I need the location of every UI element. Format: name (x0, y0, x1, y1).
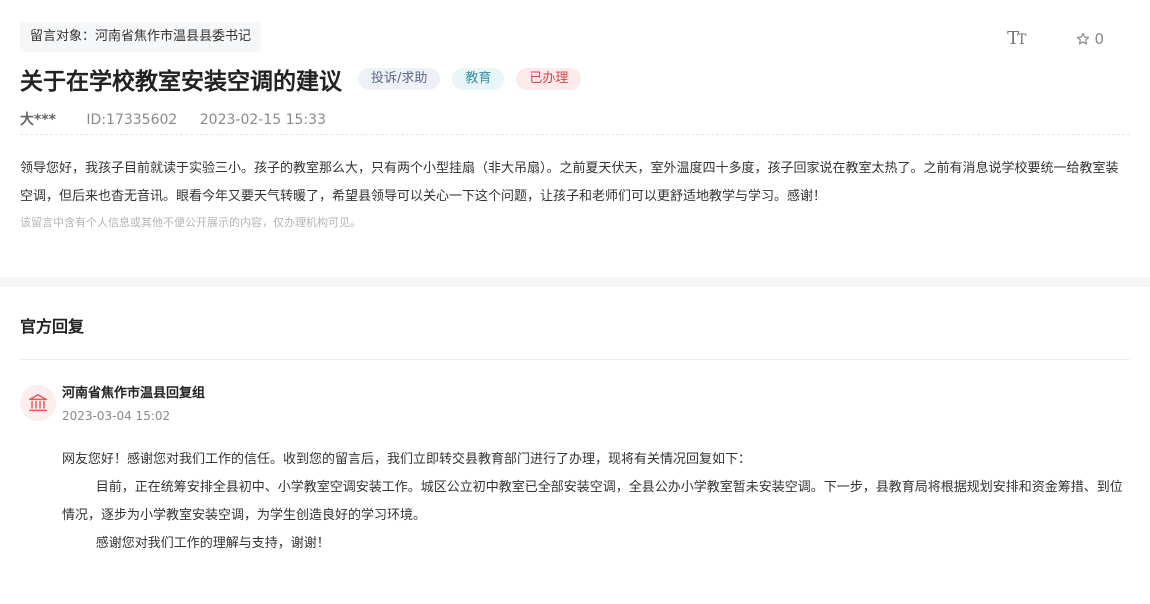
reply-heading: 官方回复 (20, 287, 1130, 360)
message-detail-page: 留言对象：河南省焦作市温县县委书记 TT 0 关于在学校教室安装空调的建议 投诉… (0, 0, 1150, 604)
tag-field[interactable]: 教育 (452, 68, 505, 90)
section-divider (0, 277, 1150, 287)
title-row: 关于在学校教室安装空调的建议 投诉/求助 教育 已办理 (20, 62, 1130, 96)
government-building-icon (29, 394, 47, 412)
message-title: 关于在学校教室安装空调的建议 (20, 69, 342, 95)
privacy-note: 该留言中含有个人信息或其他不便公开展示的内容，仅办理机构可见。 (20, 216, 361, 229)
author-name: 大*** (20, 112, 56, 128)
message-card: 留言对象：河南省焦作市温县县委书记 TT 0 关于在学校教室安装空调的建议 投诉… (0, 0, 1150, 255)
reply-paragraph: 感谢您对我们工作的理解与支持，谢谢！ (95, 536, 330, 551)
message-meta: 大*** ID:17335602 2023-02-15 15:33 (20, 106, 1130, 135)
replier-info: 河南省焦作市温县回复组 2023-03-04 15:02 (62, 382, 205, 426)
replier-name: 河南省焦作市温县回复组 (62, 386, 206, 401)
reply-paragraph: 目前，正在统筹安排全县初中、小学教室空调安装工作。城区公立初中教室已全部安装空调… (62, 480, 1123, 523)
reply-paragraph: 网友您好！感谢您对我们工作的信任。收到您的留言后，我们立即转交县教育部门进行了办… (62, 452, 752, 467)
favorite-count: 0 (1094, 29, 1104, 48)
message-target[interactable]: 留言对象：河南省焦作市温县县委书记 (20, 22, 262, 52)
message-toolbar: TT 0 (1007, 28, 1104, 49)
text-size-icon[interactable]: TT (1007, 28, 1026, 49)
star-outline-icon (1077, 32, 1090, 44)
tag-type[interactable]: 投诉/求助 (358, 68, 441, 90)
message-content: 领导您好，我孩子目前就读于实验三小。孩子的教室那么大，只有两个小型挂扇（非大吊扇… (20, 161, 1119, 204)
official-reply-section: 官方回复 河南省焦作市温县回复组 2023-03-04 15:02 网友您好！感… (0, 287, 1150, 558)
reply-datetime: 2023-03-04 15:02 (62, 409, 171, 423)
message-datetime: 2023-02-15 15:33 (199, 112, 326, 128)
replier-row: 河南省焦作市温县回复组 2023-03-04 15:02 (20, 382, 1130, 426)
reply-body: 网友您好！感谢您对我们工作的信任。收到您的留言后，我们立即转交县教育部门进行了办… (62, 446, 1130, 558)
avatar (20, 385, 56, 421)
favorite-button[interactable]: 0 (1076, 30, 1104, 48)
message-id: ID:17335602 (86, 112, 178, 128)
status-badge: 已办理 (516, 68, 582, 90)
